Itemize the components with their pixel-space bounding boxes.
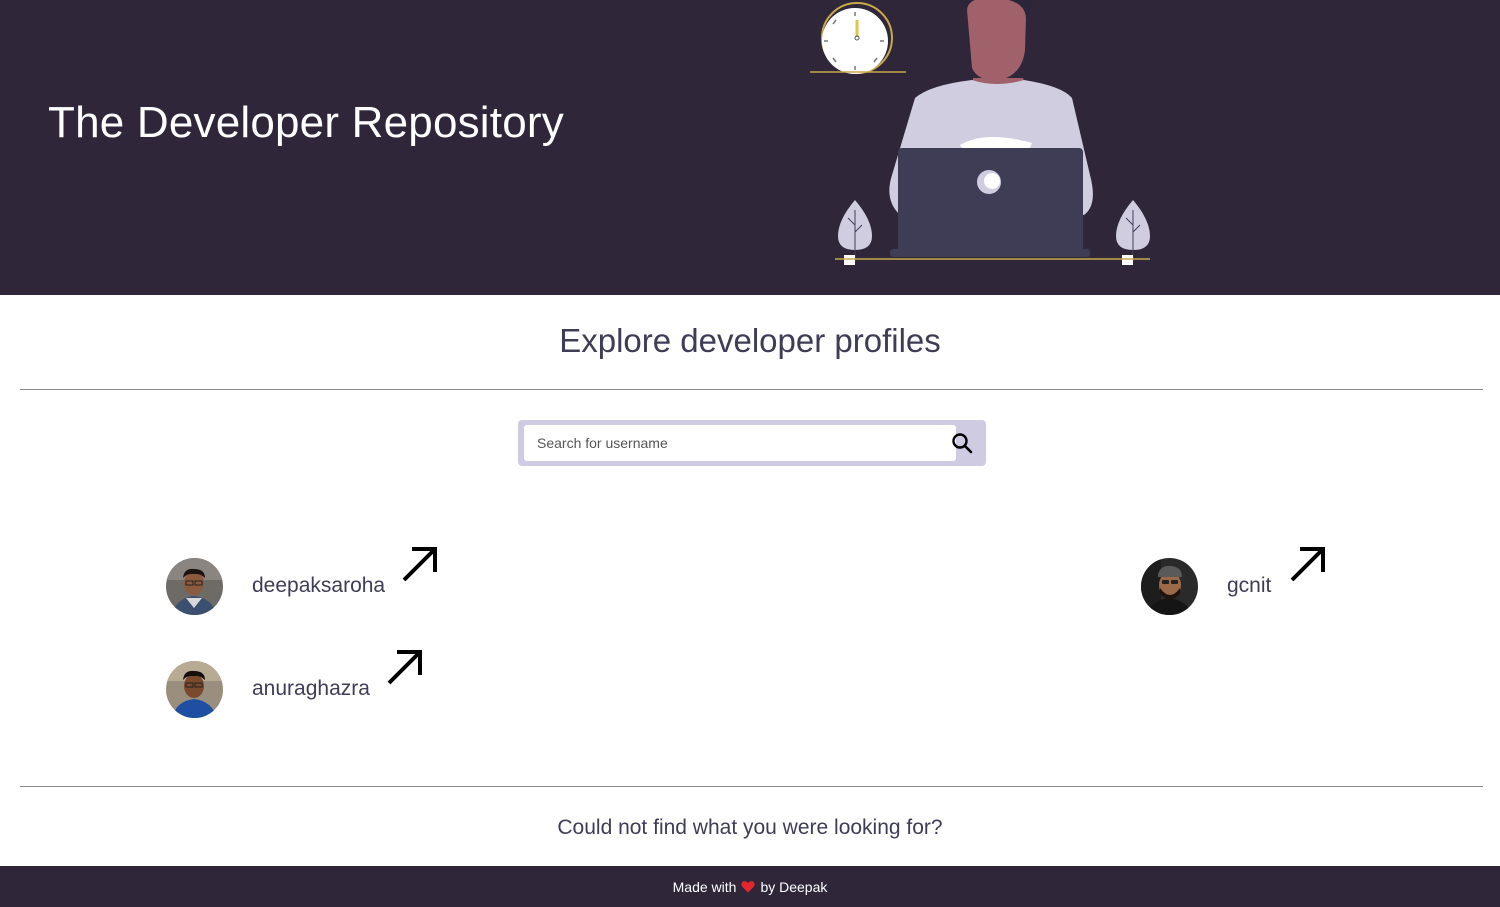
laptop-icon (890, 148, 1090, 257)
hero-header: The Developer Repository (0, 0, 1500, 295)
footer-author: by Deepak (760, 878, 828, 895)
divider-top (20, 389, 1483, 390)
heart-icon (741, 880, 756, 893)
search-button[interactable] (938, 420, 986, 466)
avatar (166, 557, 223, 615)
divider-bottom (20, 786, 1483, 787)
footer: Made with by Deepak (0, 866, 1500, 907)
avatar (1141, 557, 1198, 615)
profile-card[interactable]: deepaksaroha (166, 556, 385, 616)
arrow-up-right-icon[interactable] (385, 647, 425, 687)
avatar (166, 660, 223, 718)
plant-right-icon (1116, 200, 1150, 265)
search-icon (952, 433, 973, 454)
username-label: anuraghazra (252, 677, 370, 700)
developer-illustration (810, 0, 1150, 265)
arrow-up-right-icon[interactable] (1288, 544, 1328, 584)
arrow-up-right-icon[interactable] (400, 544, 440, 584)
not-found-message: Could not find what you were looking for… (557, 816, 943, 839)
section-title: Explore developer profiles (559, 322, 941, 359)
profile-card[interactable]: gcnit (1141, 556, 1271, 616)
clock-icon (810, 2, 906, 74)
profile-card[interactable]: anuraghazra (166, 659, 370, 719)
plant-left-icon (838, 200, 872, 265)
username-label: gcnit (1227, 574, 1272, 597)
username-label: deepaksaroha (252, 574, 386, 597)
site-title: The Developer Repository (48, 98, 564, 147)
search-bar (518, 420, 986, 466)
search-input[interactable] (524, 425, 956, 461)
footer-made-with: Made with (672, 878, 737, 895)
